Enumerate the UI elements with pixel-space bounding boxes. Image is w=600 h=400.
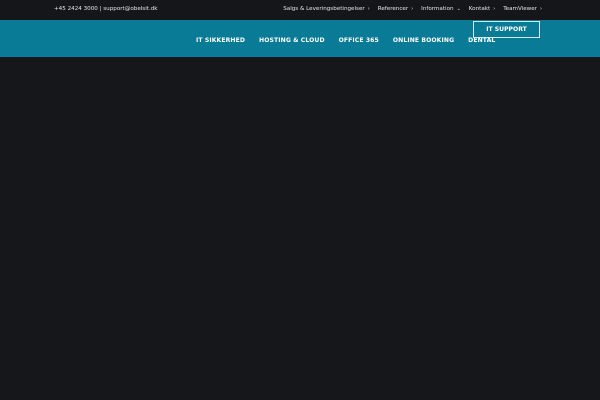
main-nav: IT SIKKERHED HOSTING & CLOUD OFFICE 365 …	[196, 37, 495, 44]
top-utility-bar: +45 2424 3000 | support@obelsit.dk Salgs…	[0, 0, 600, 20]
utility-link-teamviewer[interactable]: TeamViewer ›	[503, 6, 542, 12]
utility-link-referencer[interactable]: Referencer ›	[378, 6, 413, 12]
hero-area	[0, 57, 600, 400]
nav-item-online-booking[interactable]: ONLINE BOOKING	[393, 37, 454, 44]
utility-link-label: Information	[421, 6, 454, 12]
utility-link-label: Salgs & Leveringsbetingelser	[283, 6, 365, 12]
nav-item-hosting-cloud[interactable]: HOSTING & CLOUD	[259, 37, 325, 44]
utility-nav: Salgs & Leveringsbetingelser › Reference…	[283, 6, 542, 12]
chevron-right-icon: ›	[411, 5, 414, 12]
utility-link-kontakt[interactable]: Kontakt ›	[469, 6, 495, 12]
chevron-right-icon: ›	[367, 5, 370, 12]
nav-item-dental[interactable]: DENTAL	[468, 37, 495, 44]
main-header: IT SIKKERHED HOSTING & CLOUD OFFICE 365 …	[0, 20, 600, 57]
utility-link-label: Kontakt	[468, 6, 491, 12]
chevron-right-icon: ›	[540, 5, 542, 12]
contact-info: +45 2424 3000 | support@obelsit.dk	[54, 6, 158, 12]
utility-link-label: Referencer	[377, 6, 409, 12]
nav-item-office-365[interactable]: OFFICE 365	[339, 37, 379, 44]
utility-link-label: TeamViewer	[503, 6, 537, 12]
chevron-right-icon: ›	[493, 5, 496, 12]
it-support-button[interactable]: IT SUPPORT	[473, 21, 540, 38]
utility-link-information[interactable]: Information ⌄	[421, 6, 461, 12]
chevron-down-icon: ⌄	[456, 5, 461, 12]
nav-item-it-sikkerhed[interactable]: IT SIKKERHED	[196, 37, 245, 44]
utility-link-salgs-leveringsbetingelser[interactable]: Salgs & Leveringsbetingelser ›	[283, 6, 369, 12]
page: +45 2424 3000 | support@obelsit.dk Salgs…	[0, 0, 600, 400]
